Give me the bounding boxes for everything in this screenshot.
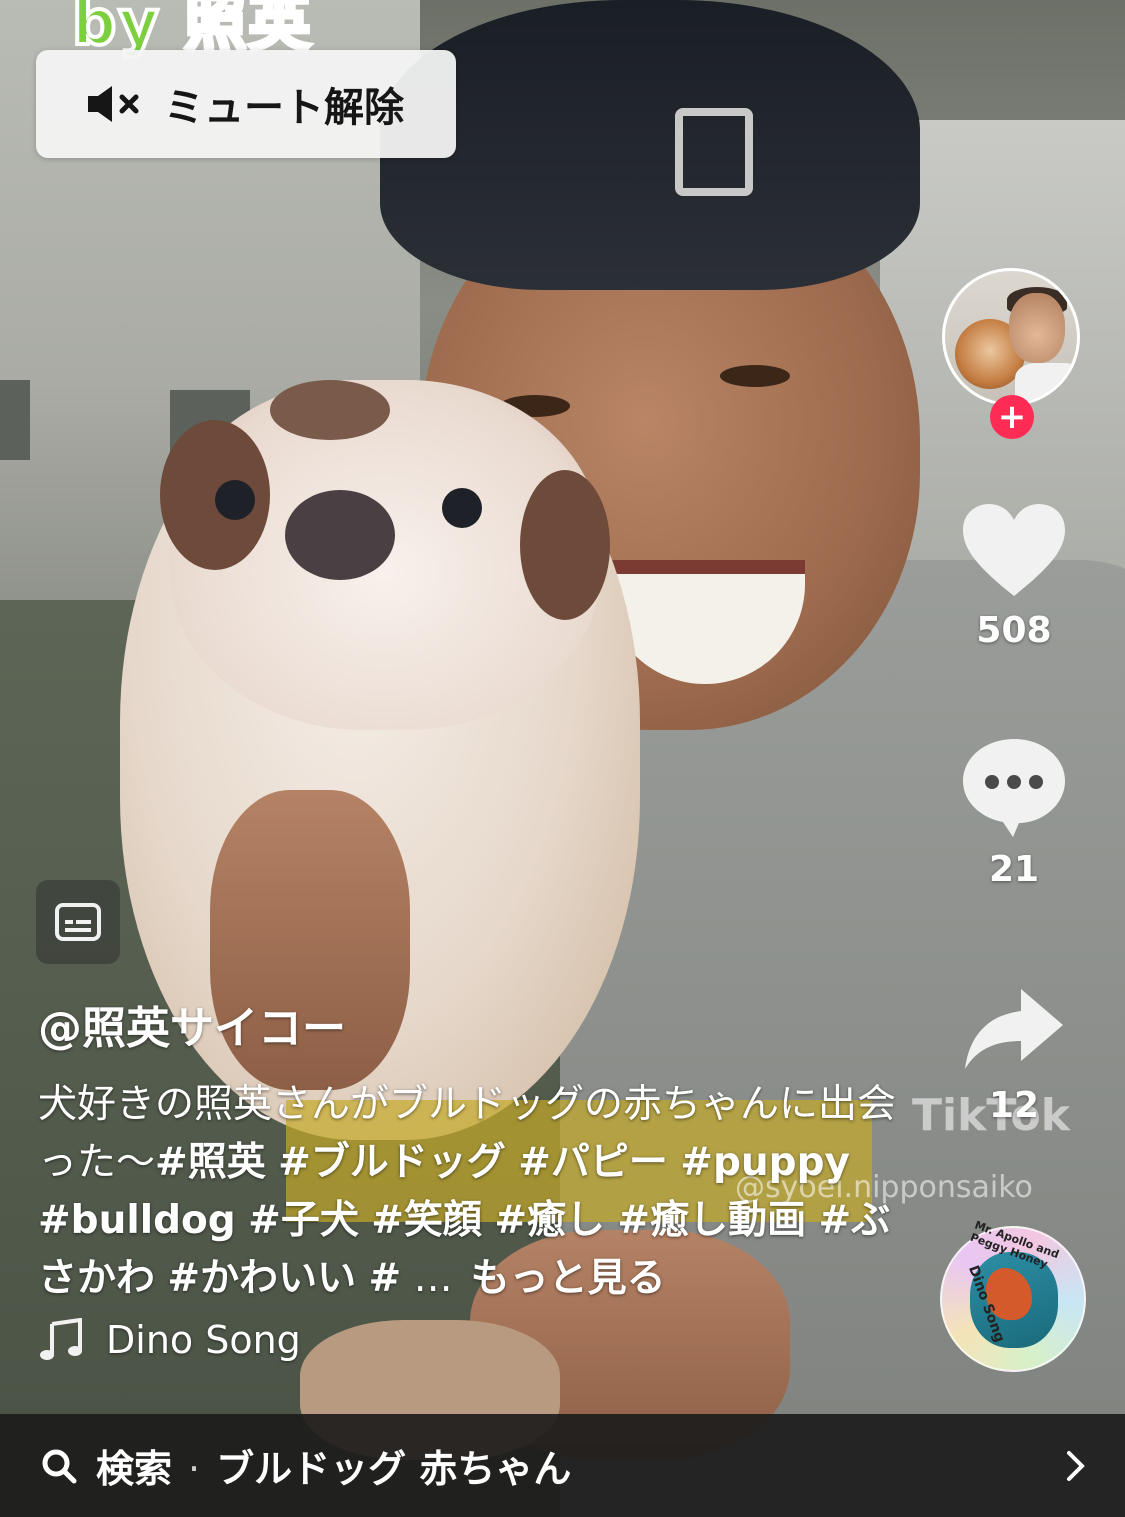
- like-count: 508: [976, 610, 1052, 651]
- puppy-nose: [285, 490, 395, 580]
- music-note-icon: [40, 1318, 82, 1360]
- like-button[interactable]: 508: [950, 500, 1078, 651]
- music-title: Dino Song: [106, 1318, 301, 1362]
- see-more-link[interactable]: もっと見る: [471, 1256, 666, 1301]
- search-query: ブルドッグ 赤ちゃん: [216, 1447, 572, 1491]
- search-separator: ·: [188, 1447, 201, 1491]
- follow-button[interactable]: +: [990, 395, 1034, 439]
- heart-icon: [963, 504, 1065, 596]
- search-prefix: 検索: [96, 1447, 173, 1491]
- hashtag[interactable]: #: [369, 1256, 402, 1301]
- comment-count: 21: [988, 849, 1040, 890]
- creator-username[interactable]: @照英サイコー: [38, 992, 346, 1056]
- unmute-button[interactable]: ミュート解除: [36, 50, 456, 158]
- hashtag[interactable]: #癒し動画: [617, 1198, 806, 1243]
- share-arrow-icon: [965, 989, 1063, 1069]
- avatar-image: [942, 268, 1080, 406]
- creator-avatar[interactable]: +: [942, 268, 1086, 439]
- comment-bubble-icon: [963, 739, 1065, 837]
- comment-button[interactable]: 21: [950, 735, 1078, 890]
- share-button[interactable]: 12: [950, 985, 1078, 1126]
- search-icon: [42, 1449, 77, 1483]
- hashtag[interactable]: #かわいい: [167, 1256, 356, 1301]
- video-description[interactable]: 犬好きの照英さんがブルドッグの赤ちゃんに出会った〜#照英 #ブルドッグ #パピー…: [38, 1076, 908, 1308]
- chevron-right-icon: [1067, 1451, 1085, 1481]
- speaker-muted-icon: [86, 83, 150, 125]
- hashtag[interactable]: #子犬: [248, 1198, 359, 1243]
- unmute-label: ミュート解除: [164, 85, 404, 131]
- related-search-bar[interactable]: 検索 · ブルドッグ 赤ちゃん: [0, 1414, 1125, 1517]
- captions-toggle-button[interactable]: [36, 880, 120, 964]
- captions-icon: [55, 903, 101, 941]
- hashtag[interactable]: #ブルドッグ: [278, 1140, 506, 1185]
- hashtag[interactable]: #bulldog: [38, 1198, 236, 1243]
- hashtag[interactable]: #パピー: [518, 1140, 668, 1185]
- music-info[interactable]: Dino Song: [38, 1318, 301, 1362]
- description-ellipsis: …: [413, 1256, 453, 1301]
- hashtag[interactable]: #癒し: [494, 1198, 605, 1243]
- hashtag[interactable]: #笑顔: [371, 1198, 482, 1243]
- hashtag[interactable]: #puppy: [680, 1140, 850, 1185]
- music-disc[interactable]: Mr. Apollo and Peggy Honey Dino Song: [940, 1219, 1086, 1372]
- share-count: 12: [988, 1085, 1040, 1126]
- person-cap: [380, 0, 920, 290]
- hashtag[interactable]: #照英: [155, 1140, 266, 1185]
- cap-buckle: [675, 108, 753, 196]
